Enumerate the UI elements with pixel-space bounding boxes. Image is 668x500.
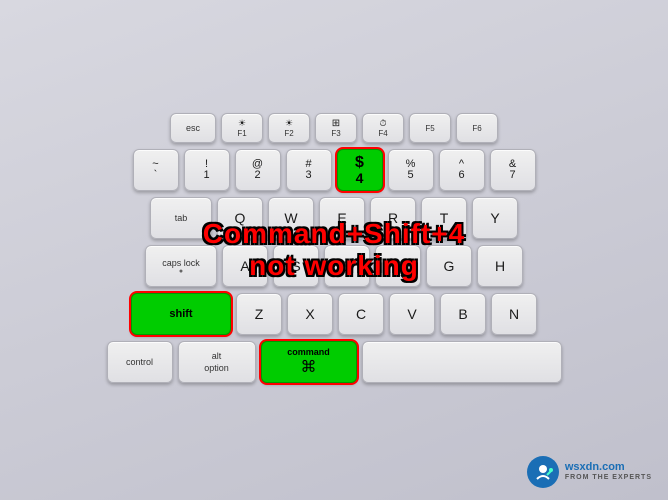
key-4[interactable]: $ 4: [337, 149, 383, 191]
key-h[interactable]: H: [477, 245, 523, 287]
key-f1[interactable]: ☀ F1: [221, 113, 263, 143]
key-tilde[interactable]: ~ `: [133, 149, 179, 191]
key-f4[interactable]: ⏱ F4: [362, 113, 404, 143]
key-7[interactable]: & 7: [490, 149, 536, 191]
key-f[interactable]: F: [375, 245, 421, 287]
key-q[interactable]: Q: [217, 197, 263, 239]
key-w[interactable]: W: [268, 197, 314, 239]
fn-row: esc ☀ F1 ☀ F2 ⊞ F3 ⏱ F4 F5 F6: [20, 113, 648, 143]
key-f6[interactable]: F6: [456, 113, 498, 143]
key-tab[interactable]: tab: [150, 197, 212, 239]
key-v[interactable]: V: [389, 293, 435, 335]
key-f5[interactable]: F5: [409, 113, 451, 143]
key-option[interactable]: alt option: [178, 341, 256, 383]
key-t[interactable]: T: [421, 197, 467, 239]
key-e[interactable]: E: [319, 197, 365, 239]
keyboard-container: esc ☀ F1 ☀ F2 ⊞ F3 ⏱ F4 F5 F6 ~ `: [0, 0, 668, 500]
key-esc[interactable]: esc: [170, 113, 216, 143]
asdf-row: caps lock ● A S D F G H: [20, 245, 648, 287]
watermark-site: wsxdn.com: [565, 461, 652, 474]
key-control[interactable]: control: [107, 341, 173, 383]
key-6[interactable]: ^ 6: [439, 149, 485, 191]
key-command[interactable]: command ⌘: [261, 341, 357, 383]
qwerty-row: tab Q W E R T Y: [20, 197, 648, 239]
key-f2[interactable]: ☀ F2: [268, 113, 310, 143]
watermark-tagline: FROM THE EXPERTS: [565, 474, 652, 482]
key-caps-lock[interactable]: caps lock ●: [145, 245, 217, 287]
key-5[interactable]: % 5: [388, 149, 434, 191]
key-y[interactable]: Y: [472, 197, 518, 239]
key-2[interactable]: @ 2: [235, 149, 281, 191]
watermark: wsxdn.com FROM THE EXPERTS: [527, 456, 652, 488]
key-d[interactable]: D: [324, 245, 370, 287]
shift-row: shift Z X C V B N: [20, 293, 648, 335]
key-s[interactable]: S: [273, 245, 319, 287]
key-1[interactable]: ! 1: [184, 149, 230, 191]
key-n[interactable]: N: [491, 293, 537, 335]
key-x[interactable]: X: [287, 293, 333, 335]
key-f3[interactable]: ⊞ F3: [315, 113, 357, 143]
num-row: ~ ` ! 1 @ 2 # 3 $ 4 % 5 ^ 6 & 7: [20, 149, 648, 191]
key-space[interactable]: [362, 341, 562, 383]
key-a[interactable]: A: [222, 245, 268, 287]
key-z[interactable]: Z: [236, 293, 282, 335]
watermark-logo: [527, 456, 559, 488]
key-b[interactable]: B: [440, 293, 486, 335]
key-r[interactable]: R: [370, 197, 416, 239]
key-3[interactable]: # 3: [286, 149, 332, 191]
key-g[interactable]: G: [426, 245, 472, 287]
watermark-text: wsxdn.com FROM THE EXPERTS: [565, 461, 652, 483]
key-shift-left[interactable]: shift: [131, 293, 231, 335]
key-c[interactable]: C: [338, 293, 384, 335]
bottom-row: control alt option command ⌘: [20, 341, 648, 383]
